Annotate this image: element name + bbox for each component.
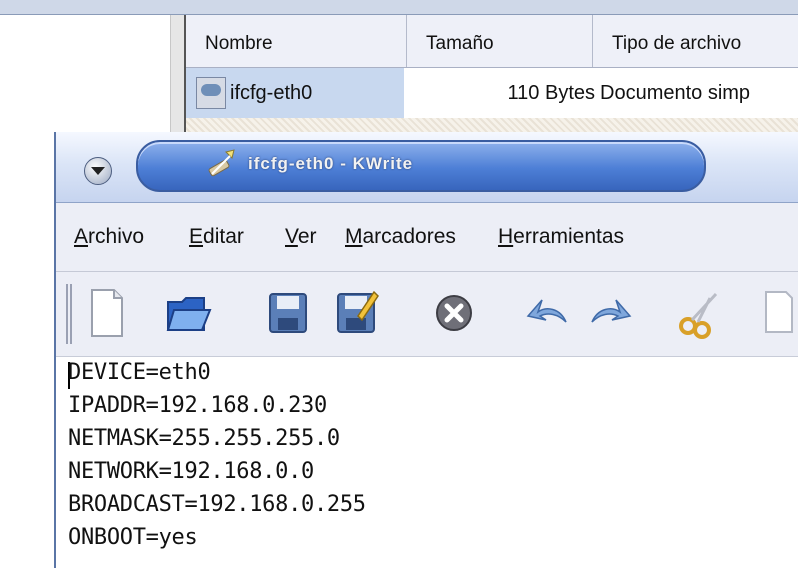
window-menu-button[interactable] bbox=[84, 157, 112, 185]
code-line-4[interactable]: NETWORK=192.168.0.0 bbox=[68, 459, 314, 484]
open-folder-icon[interactable] bbox=[164, 286, 212, 340]
text-file-icon bbox=[196, 77, 226, 109]
cut-icon[interactable] bbox=[676, 286, 724, 340]
text-editor-area[interactable]: DEVICE=eth0 IPADDR=192.168.0.230 NETMASK… bbox=[56, 357, 798, 568]
menu-marcadores[interactable]: Marcadores bbox=[345, 203, 456, 271]
menu-herramientas-rest: erramientas bbox=[513, 225, 625, 248]
column-header-name[interactable]: Nombre bbox=[186, 15, 407, 67]
menu-archivo-rest: rchivo bbox=[88, 225, 145, 248]
save-icon[interactable] bbox=[264, 286, 312, 340]
menu-editar-rest: ditar bbox=[203, 225, 244, 248]
column-header-size[interactable]: Tamaño bbox=[407, 15, 593, 67]
file-row[interactable]: ifcfg-eth0 110 Bytes Documento simp bbox=[186, 68, 798, 118]
save-as-icon[interactable] bbox=[332, 286, 380, 340]
menu-herramientas[interactable]: Herramientas bbox=[498, 203, 624, 271]
new-document-icon[interactable] bbox=[82, 286, 130, 340]
toolbar-handle[interactable] bbox=[66, 284, 74, 344]
kwrite-window: ifcfg-eth0 - KWrite Archivo Editar Ver M… bbox=[54, 132, 798, 568]
file-list-header: Nombre Tamaño Tipo de archivo bbox=[186, 15, 798, 68]
menu-archivo[interactable]: Archivo bbox=[74, 203, 144, 271]
menu-marcadores-rest: arcadores bbox=[362, 225, 456, 248]
window-title: ifcfg-eth0 - KWrite bbox=[248, 154, 414, 173]
column-header-type[interactable]: Tipo de archivo bbox=[593, 15, 798, 67]
menu-bar: Archivo Editar Ver Marcadores Herramient… bbox=[56, 203, 798, 272]
menu-ver-rest: er bbox=[297, 225, 317, 248]
file-name: ifcfg-eth0 bbox=[230, 82, 313, 104]
file-size: 110 Bytes bbox=[507, 82, 595, 104]
title-pill[interactable]: ifcfg-eth0 - KWrite bbox=[136, 140, 706, 192]
code-line-5[interactable]: BROADCAST=192.168.0.255 bbox=[68, 492, 366, 517]
copy-icon[interactable] bbox=[756, 286, 798, 340]
code-line-3[interactable]: NETMASK=255.255.255.0 bbox=[68, 426, 340, 451]
redo-icon[interactable] bbox=[586, 286, 634, 340]
chevron-down-icon bbox=[91, 167, 105, 175]
file-row-selection[interactable]: ifcfg-eth0 bbox=[186, 68, 404, 118]
kwrite-app-icon bbox=[208, 149, 235, 177]
window-titlebar[interactable]: ifcfg-eth0 - KWrite bbox=[56, 132, 798, 203]
file-type: Documento simp bbox=[600, 82, 751, 104]
file-manager-toolbar-strip bbox=[0, 0, 798, 15]
code-line-6[interactable]: ONBOOT=yes bbox=[68, 525, 198, 550]
undo-icon[interactable] bbox=[524, 286, 572, 340]
main-toolbar bbox=[56, 272, 798, 357]
menu-ver[interactable]: Ver bbox=[285, 203, 317, 271]
menu-editar[interactable]: Editar bbox=[189, 203, 244, 271]
code-line-2[interactable]: IPADDR=192.168.0.230 bbox=[68, 393, 327, 418]
close-icon[interactable] bbox=[430, 286, 478, 340]
code-line-1[interactable]: DEVICE=eth0 bbox=[68, 360, 211, 385]
